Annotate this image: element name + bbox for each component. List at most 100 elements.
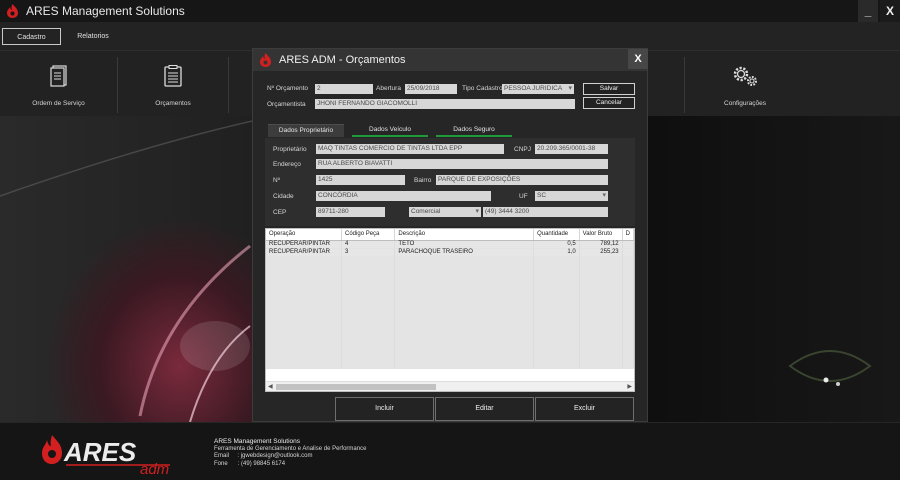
- empty-cell: [341, 312, 396, 321]
- cidade-field[interactable]: CONCÓRDIA: [316, 191, 491, 201]
- ordem-servico-button[interactable]: Ordem de Serviço: [0, 51, 117, 117]
- cep-field[interactable]: 89711-280: [316, 207, 385, 217]
- column-header[interactable]: Descrição: [394, 229, 535, 241]
- table-row[interactable]: RECUPERAR/PINTAR 3 PARACHOQUE TRASEIRO 1…: [266, 248, 634, 257]
- empty-cell: [533, 352, 580, 361]
- endereco-field[interactable]: RUA ALBERTO BIAVATTI: [316, 159, 608, 169]
- brand-main-text: ARES: [63, 437, 137, 467]
- empty-rows: [266, 256, 634, 369]
- valor-cell: 255,23: [579, 248, 623, 257]
- descricao-cell: PARACHOQUE TRASEIRO: [394, 248, 535, 257]
- tab-dados-seguro[interactable]: Dados Seguro: [436, 124, 512, 137]
- empty-row: [266, 352, 634, 361]
- numero-label: Nº: [273, 177, 281, 184]
- empty-cell: [266, 256, 343, 265]
- empty-row: [266, 328, 634, 337]
- menu-item-relatorios[interactable]: Relatorios: [70, 28, 116, 45]
- empty-cell: [266, 288, 343, 297]
- cancelar-button[interactable]: Cancelar: [583, 97, 635, 109]
- descricao-cell: TETO: [394, 240, 535, 249]
- horizontal-scrollbar[interactable]: ◀ ▶: [266, 381, 634, 391]
- numero-field[interactable]: 1425: [316, 175, 405, 185]
- orcamentos-button[interactable]: Orçamentos: [118, 51, 228, 117]
- empty-cell: [579, 320, 623, 329]
- empty-cell: [394, 264, 535, 273]
- excluir-button[interactable]: Excluir: [535, 397, 634, 421]
- table-row[interactable]: RECUPERAR/PINTAR 4 TETO 0,5 789,12: [266, 240, 634, 249]
- column-header[interactable]: Código Peça: [341, 229, 396, 241]
- uf-select[interactable]: SC: [535, 191, 608, 201]
- configuracoes-button[interactable]: Configurações: [690, 51, 800, 117]
- items-grid[interactable]: Operação Código Peça Descrição Quantidad…: [265, 228, 635, 392]
- empty-cell: [341, 344, 396, 353]
- empty-cell: [533, 272, 580, 281]
- ares-logo-icon: [7, 4, 18, 18]
- uf-label: UF: [519, 193, 528, 200]
- gears-icon: [733, 66, 757, 86]
- scrollbar-thumb[interactable]: [276, 384, 436, 390]
- empty-cell: [266, 304, 343, 313]
- empty-cell: [579, 312, 623, 321]
- endereco-label: Endereço: [273, 161, 301, 168]
- empty-cell: [533, 336, 580, 345]
- empty-cell: [394, 320, 535, 329]
- empty-row: [266, 296, 634, 305]
- empty-cell: [266, 296, 343, 305]
- email-label: Email: [214, 453, 230, 459]
- tab-dados-proprietario[interactable]: Dados Proprietário: [268, 124, 344, 137]
- empty-cell: [622, 336, 634, 345]
- empty-cell: [622, 320, 634, 329]
- orcamentista-field[interactable]: JHONI FERNANDO GIACOMOLLI: [315, 99, 575, 109]
- empty-cell: [266, 344, 343, 353]
- empty-cell: [266, 336, 343, 345]
- empty-row: [266, 320, 634, 329]
- minimize-button[interactable]: _: [858, 0, 878, 22]
- editar-button[interactable]: Editar: [435, 397, 534, 421]
- owner-tab-pane: Proprietário MAQ TINTAS COMERCIO DE TINT…: [265, 138, 635, 226]
- empty-cell: [394, 352, 535, 361]
- phone-type-select[interactable]: Comercial: [409, 207, 481, 217]
- column-header[interactable]: Operação: [266, 229, 343, 241]
- empty-cell: [341, 280, 396, 289]
- empty-cell: [533, 360, 580, 369]
- quantidade-cell: 1,0: [533, 248, 580, 257]
- scroll-right-icon[interactable]: ▶: [627, 382, 632, 391]
- empty-cell: [622, 352, 634, 361]
- empty-cell: [394, 272, 535, 281]
- menu-item-cadastro[interactable]: Cadastro: [2, 28, 61, 45]
- dialog-close-button[interactable]: X: [628, 49, 648, 69]
- tipo-cadastro-select[interactable]: PESSOA JURIDICA: [502, 84, 574, 94]
- cnpj-field[interactable]: 20.209.365/0001-38: [535, 144, 608, 154]
- cep-label: CEP: [273, 209, 287, 216]
- menu-bar: Cadastro Relatorios: [0, 22, 900, 50]
- scroll-left-icon[interactable]: ◀: [268, 382, 273, 391]
- empty-row: [266, 256, 634, 265]
- proprietario-field[interactable]: MAQ TINTAS COMERCIO DE TINTAS LTDA EPP: [316, 144, 504, 154]
- operacao-cell: RECUPERAR/PINTAR: [266, 248, 343, 257]
- bairro-field[interactable]: PARQUE DE EXPOSIÇÕES: [436, 175, 608, 185]
- empty-cell: [579, 280, 623, 289]
- incluir-button[interactable]: Incluir: [335, 397, 434, 421]
- empty-row: [266, 264, 634, 273]
- close-button[interactable]: X: [880, 0, 900, 22]
- phone-field[interactable]: (49) 3444 3200: [483, 207, 608, 217]
- column-header[interactable]: Valor Bruto: [579, 229, 623, 241]
- empty-cell: [394, 304, 535, 313]
- column-header[interactable]: Quantidade: [533, 229, 580, 241]
- orcamentos-label: Orçamentos: [155, 100, 191, 107]
- company-name: ARES Management Solutions: [214, 438, 300, 445]
- column-header[interactable]: D: [622, 229, 634, 241]
- empty-cell: [533, 264, 580, 273]
- app-title: ARES Management Solutions: [26, 4, 185, 18]
- empty-cell: [266, 328, 343, 337]
- salvar-button[interactable]: Salvar: [583, 83, 635, 95]
- empty-cell: [341, 256, 396, 265]
- abertura-field[interactable]: 25/09/2018: [405, 84, 457, 94]
- ribbon-divider: [228, 57, 229, 113]
- empty-cell: [266, 360, 343, 369]
- app-window: ARES Management Solutions _ X Cadastro R…: [0, 0, 900, 480]
- tab-dados-veiculo[interactable]: Dados Veículo: [352, 124, 428, 137]
- tipo-cadastro-label: Tipo Cadastro: [462, 85, 503, 92]
- empty-cell: [341, 304, 396, 313]
- numero-orcamento-field[interactable]: 2: [315, 84, 373, 94]
